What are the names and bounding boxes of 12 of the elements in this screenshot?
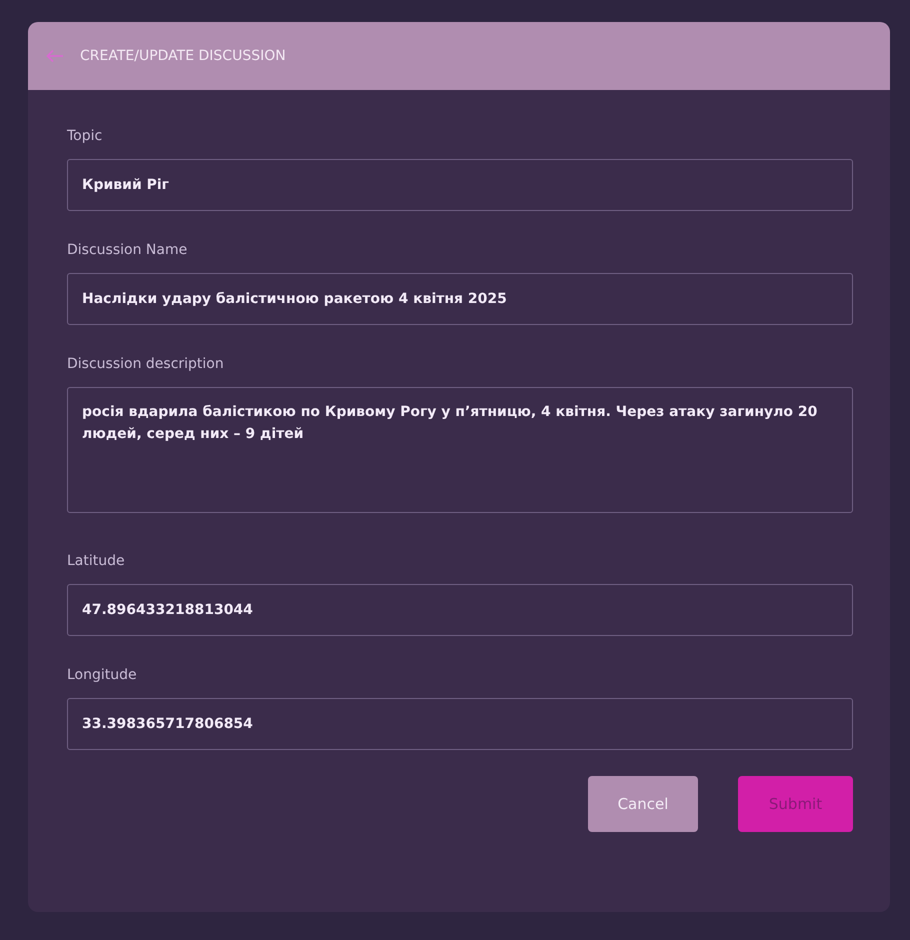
input-field[interactable]: 47.896433218813044 xyxy=(67,584,853,636)
field-label: Discussion description xyxy=(67,356,224,372)
field-label: Topic xyxy=(67,128,102,144)
input-field[interactable]: Кривий Ріг xyxy=(67,159,853,211)
page-title: CREATE/UPDATE DISCUSSION xyxy=(80,48,286,64)
input-field[interactable]: 33.398365717806854 xyxy=(67,698,853,750)
field-label: Longitude xyxy=(67,667,137,683)
field-label: Discussion Name xyxy=(67,242,188,258)
field-label: Latitude xyxy=(67,553,125,569)
description-field[interactable]: росія вдарила балістикою по Кривому Рогу у п’ятницю, 4 квітня. Через атаку загинуло 20 людей, серед них – 9 дітей xyxy=(67,387,853,513)
input-field[interactable]: Наслідки удару балістичною ракетою 4 квітня 2025 xyxy=(67,273,853,325)
back-arrow-icon[interactable] xyxy=(46,49,64,63)
